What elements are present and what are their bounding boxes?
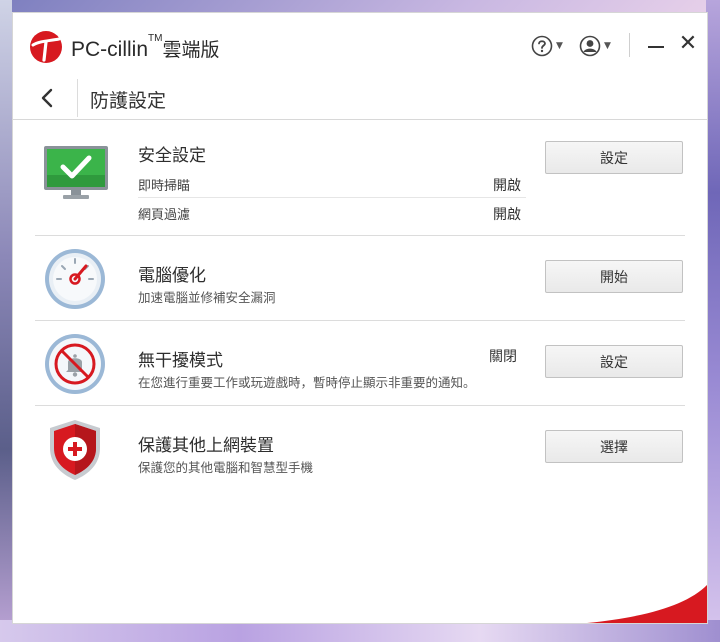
nav-divider <box>77 79 78 117</box>
app-title: PC-cillinTM雲端版 <box>71 33 220 62</box>
mute-mode-title: 無干擾模式 <box>138 351 223 371</box>
protect-devices-description: 保護您的其他電腦和智慧型手機 <box>138 460 314 475</box>
title-bar: PC-cillinTM雲端版 ▼ ▼ ✕ <box>13 13 707 79</box>
user-account-icon <box>579 35 601 57</box>
mute-mode-description: 在您進行重要工作或玩遊戲時，暫時停止顯示非重要的通知。 <box>138 375 476 390</box>
app-window: PC-cillinTM雲端版 ▼ ▼ ✕ 防護設定 安全設定 即時掃瞄 開啟 網… <box>12 12 708 624</box>
pc-optimization-section: 電腦優化 加速電腦並修補安全漏洞 開始 <box>35 236 685 321</box>
mute-mode-status: 關閉 <box>489 349 517 365</box>
web-filter-status: 開啟 <box>493 207 521 223</box>
chevron-down-icon: ▼ <box>556 41 563 51</box>
pc-optimization-title: 電腦優化 <box>138 266 206 286</box>
brand-swoosh-decoration <box>587 585 707 623</box>
brand-trademark: TM <box>148 33 163 44</box>
protect-devices-title: 保護其他上網裝置 <box>138 436 274 456</box>
desktop-wallpaper-left <box>0 0 12 642</box>
help-circle-icon <box>531 35 553 57</box>
page-title: 防護設定 <box>90 90 167 112</box>
mute-mode-section: 無干擾模式 關閉 在您進行重要工作或玩遊戲時，暫時停止顯示非重要的通知。 設定 <box>35 321 685 406</box>
pc-optimization-description: 加速電腦並修補安全漏洞 <box>138 290 276 305</box>
protect-devices-section: 保護其他上網裝置 保護您的其他電腦和智慧型手機 選擇 <box>35 406 685 491</box>
realtime-scan-status: 開啟 <box>493 178 521 194</box>
security-settings-section: 安全設定 即時掃瞄 開啟 網頁過濾 開啟 設定 <box>35 135 685 235</box>
brand-name: PC-cillin <box>71 38 149 61</box>
security-settings-button[interactable]: 設定 <box>545 141 683 174</box>
monitor-check-icon <box>44 146 108 199</box>
minimize-button[interactable] <box>646 33 666 57</box>
back-button[interactable] <box>35 85 61 111</box>
desktop-wallpaper-right <box>706 0 720 642</box>
protect-devices-select-button[interactable]: 選擇 <box>545 430 683 463</box>
help-menu-button[interactable]: ▼ <box>531 35 563 57</box>
pc-optimization-start-button[interactable]: 開始 <box>545 260 683 293</box>
titlebar-divider <box>629 33 630 57</box>
trend-micro-logo-icon <box>30 31 62 63</box>
web-filter-label: 網頁過濾 <box>138 208 191 223</box>
chevron-down-icon: ▼ <box>604 41 611 51</box>
realtime-scan-label: 即時掃瞄 <box>138 179 191 194</box>
shield-plus-icon <box>50 420 100 480</box>
nav-bar: 防護設定 <box>13 79 707 120</box>
mute-bell-icon <box>45 334 105 394</box>
mute-mode-settings-button[interactable]: 設定 <box>545 345 683 378</box>
security-item-divider <box>138 197 526 198</box>
account-menu-button[interactable]: ▼ <box>579 35 611 57</box>
speedometer-icon <box>45 249 105 309</box>
brand-suffix: 雲端版 <box>162 40 220 61</box>
security-settings-title: 安全設定 <box>138 146 206 166</box>
close-button[interactable]: ✕ <box>677 32 699 56</box>
